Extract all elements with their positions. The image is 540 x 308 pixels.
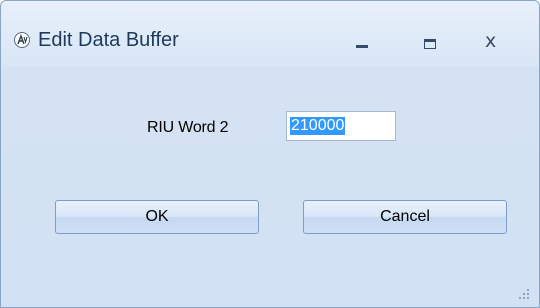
title-bar[interactable]: Edit Data Buffer x bbox=[1, 1, 539, 67]
maximize-icon bbox=[424, 39, 436, 49]
window-title: Edit Data Buffer bbox=[38, 29, 179, 51]
ok-button[interactable]: OK bbox=[55, 200, 259, 234]
riu-word-input[interactable]: 210000 bbox=[286, 111, 396, 141]
maximize-button[interactable] bbox=[413, 23, 449, 57]
dialog-client-area: RIU Word 2 210000 OK Cancel bbox=[9, 67, 539, 307]
cancel-button[interactable]: Cancel bbox=[303, 200, 507, 234]
close-button[interactable]: x bbox=[475, 23, 511, 57]
riu-word-value: 210000 bbox=[290, 117, 346, 135]
edit-data-buffer-dialog: Edit Data Buffer x RIU Word 2 210000 OK … bbox=[0, 0, 540, 308]
riu-word-label: RIU Word 2 bbox=[147, 119, 229, 136]
close-icon: x bbox=[485, 30, 497, 52]
app-logo-icon bbox=[14, 32, 30, 48]
resize-grip-icon[interactable] bbox=[517, 287, 531, 301]
minimize-icon bbox=[356, 45, 368, 48]
minimize-button[interactable] bbox=[346, 23, 382, 57]
